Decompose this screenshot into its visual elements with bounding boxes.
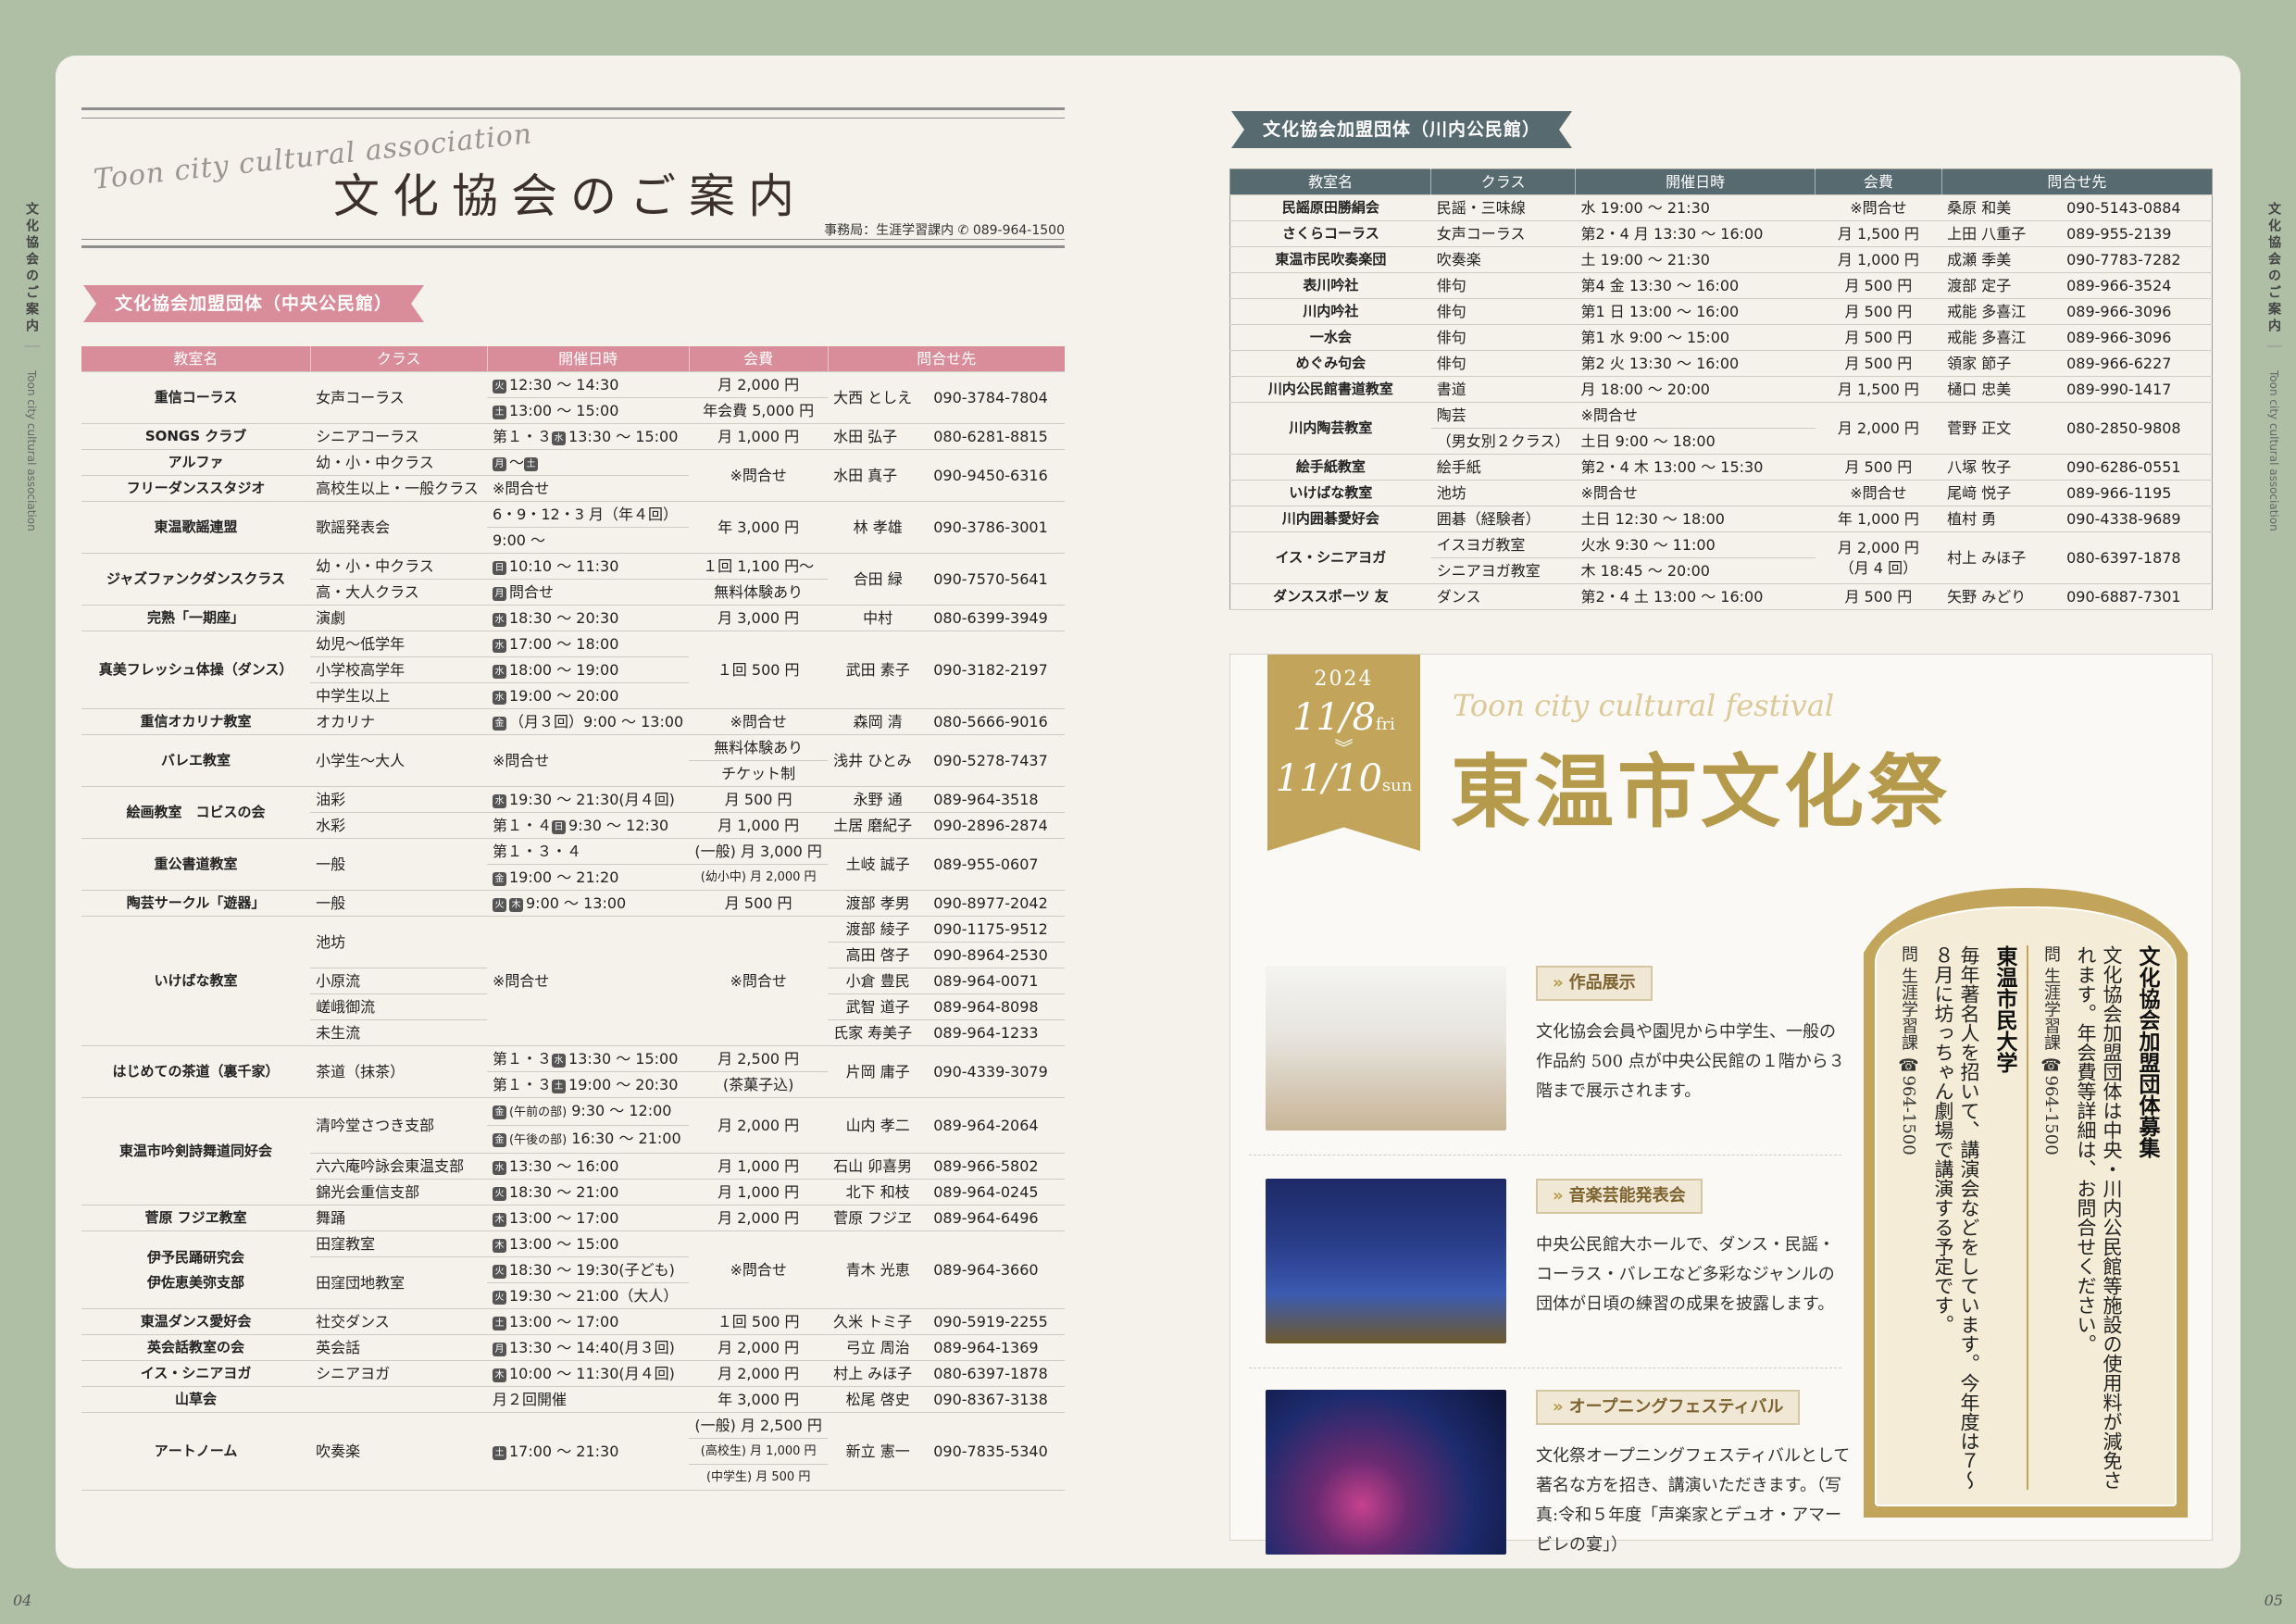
table-row: 英会話教室の会 英会話月 13:30 〜 14:40(月３回) 月 2,000 円弓立… bbox=[81, 1334, 1065, 1361]
tag-opening: » オープニングフェスティバル bbox=[1536, 1390, 1801, 1425]
table-row: 東温ダンス愛好会 社交ダンス土 13:00 〜 17:00 １回 500 円久米 トミ… bbox=[81, 1308, 1065, 1335]
table-row: 重信オカリナ教室 オカリナ金（月３回）9:00 〜 13:00 ※問合せ 森岡 清 08… bbox=[81, 708, 1065, 735]
central-ribbon: 文化協会加盟団体（中央公民館） bbox=[83, 285, 424, 322]
opening-photo bbox=[1266, 1390, 1506, 1555]
music-text: 中央公民館大ホールで、ダンス・民謡・コーラス・バレエなど多彩なジャンルの団体が日… bbox=[1536, 1235, 1835, 1314]
table-row: 一水会 俳句 第1 水 9:00 〜 15:00 月 500 円戒能 多喜江 089-9… bbox=[1229, 324, 2213, 351]
divider bbox=[2027, 945, 2028, 1490]
table-row: 東温市民吹奏楽団 吹奏楽土 19:00 〜 21:30 月 1,000 円成瀬 季美… bbox=[1229, 246, 2213, 273]
table-row: めぐみ句会 俳句 第2 火 13:30 〜 16:00 月 500 円領家 節子 089… bbox=[1229, 350, 2213, 377]
exhibition-text: 文化協会会員や園児から中学生、一般の作品約 500 点が中央公民館の１階から３階… bbox=[1536, 1022, 1845, 1101]
table-row: 東温市吟剣詩舞道同好会 清吟堂さつき支部金 (午前の部) 9:30 〜 12:00 月… bbox=[81, 1097, 1065, 1206]
festival-date-banner: 2024 11/8fri ︾ 11/10sun bbox=[1267, 655, 1420, 851]
page-number-left: 04 bbox=[13, 1592, 32, 1609]
table-row: 絵手紙教室 絵手紙 第2・4 木 13:00 〜 15:30 月 500 円八塚 牧子… bbox=[1229, 454, 2213, 481]
page-title: 文化協会のご案内 bbox=[333, 169, 807, 223]
header-rule-top bbox=[81, 107, 1065, 119]
kawauchi-header-row: 教室名 クラス 開催日時 会費 問合せ先 bbox=[1229, 169, 2213, 195]
tag-exhibition: » 作品展示 bbox=[1536, 966, 1653, 1001]
side-tab-right: 文化協会のご案内│Toon city cultural association bbox=[2266, 202, 2281, 532]
chevron-right-icon: » bbox=[1553, 973, 1564, 993]
notice-title-1: 文化協会加盟団体募集 bbox=[2135, 945, 2160, 1158]
table-row: 伊予民踊研究会 伊佐恵美弥支部 田窪教室木 13:00 〜 15:00 ※問合せ 青木 光… bbox=[81, 1230, 1065, 1309]
table-row: イス・シニアヨガ シニアヨガ木 10:00 〜 11:30(月４回) 月 2,000 … bbox=[81, 1360, 1065, 1387]
festival-section: 2024 11/8fri ︾ 11/10sun Toon city cultur… bbox=[1229, 654, 2213, 1555]
table-row: いけばな教室 池坊 ※問合せ ※問合せ 渡部 綾子 090-1175-9512 bbox=[81, 916, 1065, 1046]
table-row: 川内公民館書道教室 書道月 18:00 〜 20:00 月 1,500 円樋口 忠美… bbox=[1229, 376, 2213, 403]
exhibition-photo bbox=[1266, 966, 1506, 1131]
chevron-down-icon: ︾ bbox=[1334, 737, 1354, 759]
opening-text: 文化祭オープニングフェスティバルとして著名な方を招き、講演いただきます。（写真:… bbox=[1536, 1446, 1851, 1555]
chevron-right-icon: » bbox=[1553, 1397, 1564, 1417]
festival-script: Toon city cultural festival bbox=[1453, 688, 1835, 723]
tag-music: » 音楽芸能発表会 bbox=[1536, 1179, 1703, 1214]
table-row: SONGS クラブ シニアコーラス 第１・３ 水 13:30 〜 15:00 月 1,00… bbox=[81, 423, 1065, 450]
chevron-right-icon: » bbox=[1553, 1186, 1564, 1206]
kawauchi-ribbon: 文化協会加盟団体（川内公民館） bbox=[1231, 111, 1572, 148]
table-row: 真美フレッシュ体操（ダンス） 幼児〜低学年水 17:00 〜 18:00 １回 500… bbox=[81, 631, 1065, 709]
table-row: 東温歌謡連盟 歌謡発表会 6・9・12・3 月（年４回）年 3,000 円林 孝雄 0… bbox=[81, 501, 1065, 554]
table-row: さくらコーラス 女声コーラス 第2・4 月 13:30 〜 16:00 月 1,500… bbox=[1229, 220, 2213, 247]
table-row: 表川吟社 俳句 第4 金 13:30 〜 16:00 月 500 円渡部 定子 089-… bbox=[1229, 272, 2213, 299]
festival-title: 東温市文化祭 bbox=[1451, 745, 1951, 839]
table-row: アルファ 幼・小・中クラス月〜土 ※問合せ 水田 真子 090-9450-6316 bbox=[81, 449, 1065, 502]
notice-contact-1: 問 生涯学習課 ☎964-1500 bbox=[2041, 945, 2061, 1156]
kawauchi-table: 教室名 クラス 開催日時 会費 問合せ先 民謡原田勝絹会 民謡・三味線水 19:0… bbox=[1229, 169, 2213, 610]
notice-text-2: 毎年著名人を招いて、講演会などをしています。今年度は７〜８月に坊っちゃん劇場で講… bbox=[1932, 945, 1980, 1490]
table-row: ダンススポーツ 友ダンス 第2・4 土 13:00 〜 16:00 月 500 円矢… bbox=[1229, 583, 2213, 610]
table-row: イス・シニアヨガ イスヨガ教室 火水 9:30 〜 11:00 月 2,000 … bbox=[1229, 531, 2213, 584]
table-row: 民謡原田勝絹会 民謡・三味線水 19:00 〜 21:30 ※問合せ 桑原 和美 090… bbox=[1229, 194, 2213, 221]
table-row: 山草会 月２回開催年 3,000 円松尾 啓史 090-8367-3138 bbox=[81, 1386, 1065, 1413]
table-row: バレエ教室 小学生〜大人 ※問合せ 無料体験あり 浅井 ひとみ 090-5278-7437 bbox=[81, 734, 1065, 787]
table-row: 陶芸サークル「遊器」 一般火木 9:00 〜 13:00 月 500 円渡部 孝男 09… bbox=[81, 890, 1065, 917]
table-row: 完熟「一期座」 演劇水 18:30 〜 20:30 月 3,000 円中村 080-63… bbox=[81, 605, 1065, 631]
divider bbox=[1249, 1155, 1841, 1156]
table-row: はじめての茶道（裏千家） 茶道（抹茶） 第１・３ 水 13:30 〜 15:00 月 2,… bbox=[81, 1045, 1065, 1098]
header-rule-bottom bbox=[81, 239, 1065, 248]
table-row: 菅原 フジヱ教室 舞踊木 13:00 〜 17:00 月 2,000 円菅原 フジヱ 0… bbox=[81, 1205, 1065, 1231]
table-row: 川内囲碁愛好会 囲碁（経験者） 土日 12:30 〜 18:00 年 1,000 円植… bbox=[1229, 506, 2213, 532]
table-row: 川内陶芸教室 陶芸 ※問合せ 月 2,000 円 菅野 正文 080-2850-… bbox=[1229, 402, 2213, 455]
office-info: 事務局：生涯学習課内 ✆ 089-964-1500 bbox=[824, 223, 1065, 238]
table-row: ジャズファンクダンスクラス 幼・小・中クラス日 10:10 〜 11:30 １回 1,… bbox=[81, 553, 1065, 606]
music-photo bbox=[1266, 1179, 1506, 1343]
central-table: 教室名 クラス 開催日時 会費 問合せ先 重信コーラス 女声コーラス火 12:30 … bbox=[81, 346, 1065, 1491]
notice-contact-2: 問 生涯学習課 ☎964-1500 bbox=[1899, 945, 1918, 1156]
notice-text-1: 文化協会加盟団体は中央・川内公民館等施設の使用料が減免されます。年会費等詳細は、… bbox=[2075, 945, 2123, 1490]
table-row: 重信コーラス 女声コーラス火 12:30 〜 14:30 月 2,000 円大西 とし… bbox=[81, 371, 1065, 424]
table-row: 川内吟社 俳句 第1 日 13:00 〜 16:00 月 500 円戒能 多喜江 089… bbox=[1229, 298, 2213, 325]
table-row: 絵画教室 コビスの会 油彩水 19:30 〜 21:30(月４回) 月 500 円永野… bbox=[81, 786, 1065, 839]
table-row: いけばな教室 池坊 ※問合せ ※問合せ 尾﨑 悦子 089-966-1195 bbox=[1229, 480, 2213, 506]
phone-icon: ✆ bbox=[957, 223, 969, 238]
table-row: 重公書道教室 一般 第１・３・４ (一般) 月 3,000 円土岐 誠子 089-955… bbox=[81, 838, 1065, 891]
side-tab-left: 文化協会のご案内│Toon city cultural association bbox=[24, 202, 39, 532]
notice-title-2: 東温市民大学 bbox=[1992, 945, 2017, 1073]
central-header-row: 教室名 クラス 開催日時 会費 問合せ先 bbox=[81, 346, 1065, 372]
page-sheet: Toon city cultural association 文化協会のご案内 … bbox=[56, 56, 2240, 1568]
table-row: アートノーム 吹奏楽土 17:00 〜 21:30 (一般) 月 2,500 円新立 … bbox=[81, 1412, 1065, 1491]
notice-panel: 文化協会加盟団体募集 文化協会加盟団体は中央・川内公民館等施設の使用料が減免され… bbox=[1875, 906, 2177, 1506]
page-number-right: 05 bbox=[2264, 1592, 2283, 1609]
